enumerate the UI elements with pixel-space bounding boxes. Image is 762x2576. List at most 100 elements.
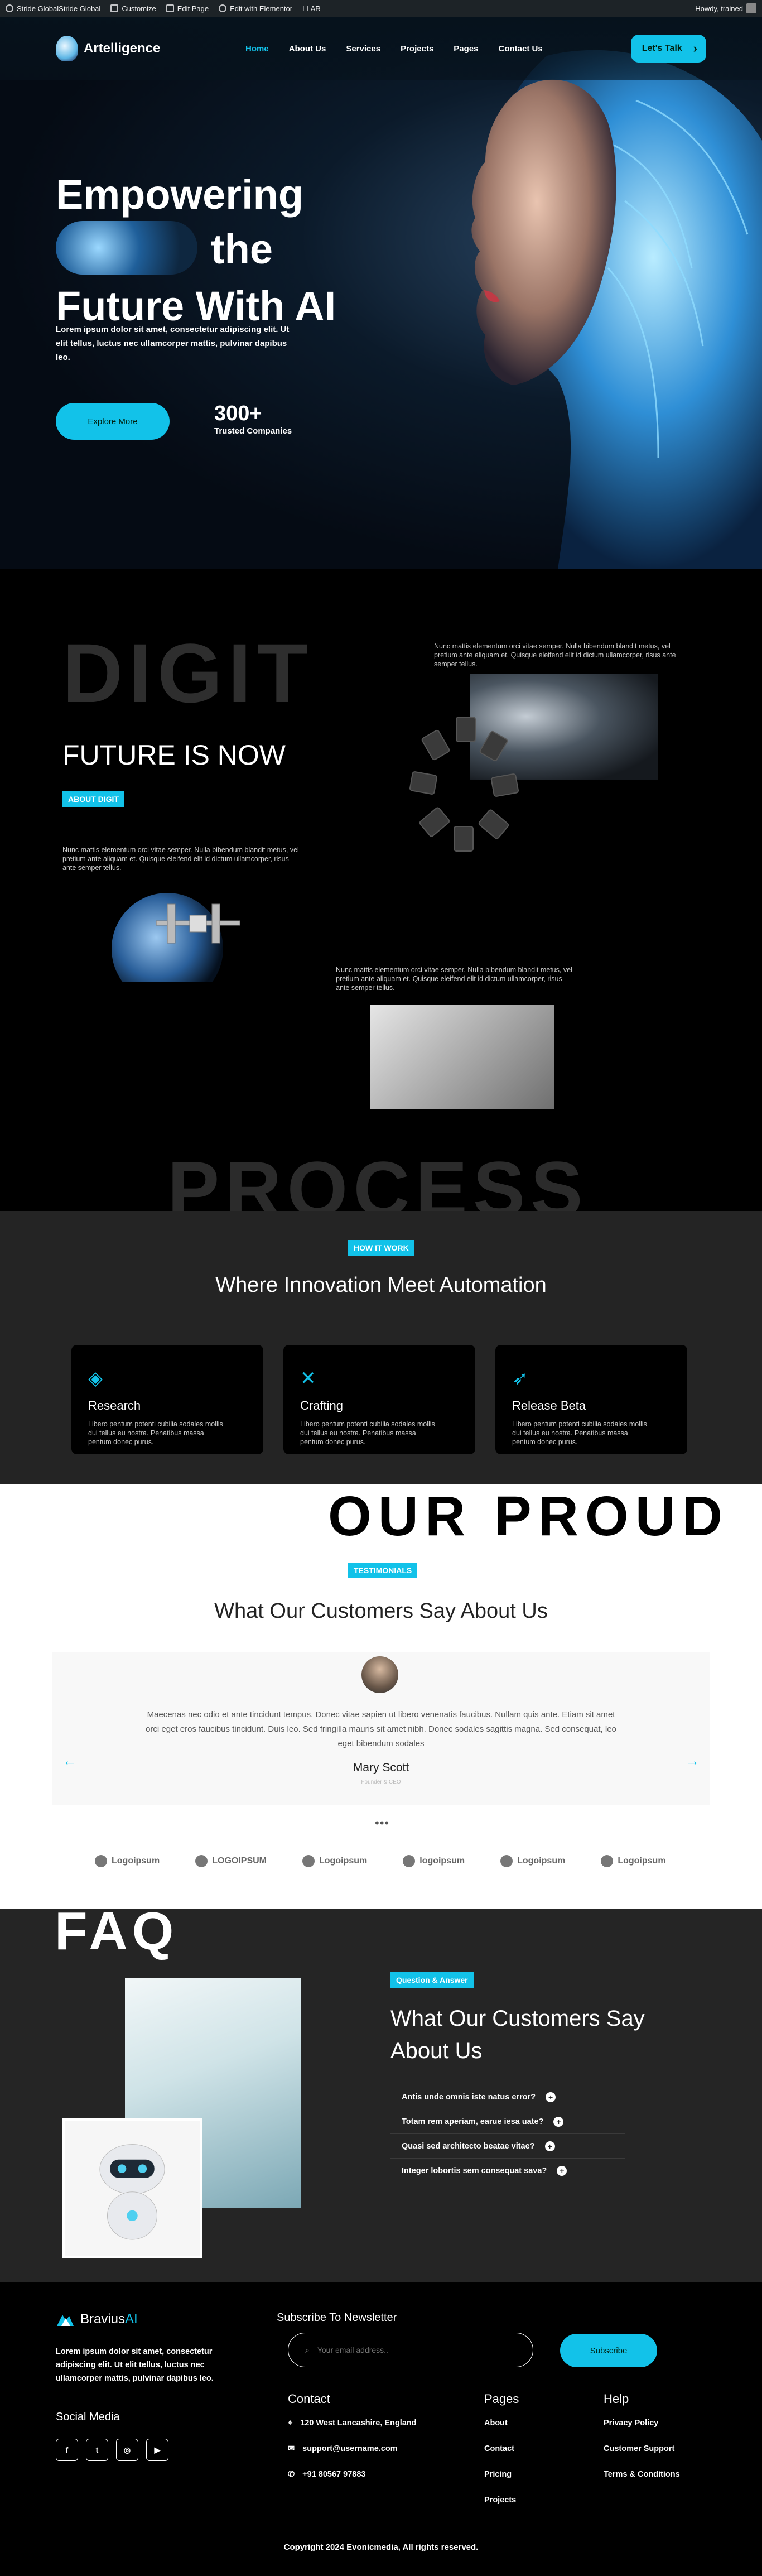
youtube-icon[interactable]: ▶ (146, 2439, 168, 2461)
pages-heading: Pages (484, 2392, 519, 2406)
customer-avatar (361, 1656, 398, 1693)
faq-section: FAQ Question & Answer What Our Customers… (0, 1901, 762, 2282)
faq-question[interactable]: Antis unde omnis iste natus error? + (390, 2085, 625, 2109)
admin-account-menu[interactable]: Howdy, trained (695, 3, 756, 13)
stat-number: 300+ (214, 402, 262, 425)
logo-mark-icon (95, 1855, 107, 1867)
client-logos: Logoipsum LOGOIPSUM Logoipsum logoipsum … (95, 1855, 666, 1867)
card-title: Research (88, 1398, 141, 1412)
testimonials-section: OUR PROUD TESTIMONIALS What Our Customer… (0, 1484, 762, 1909)
client-logo: Logoipsum (95, 1855, 160, 1867)
client-logo: Logoipsum (500, 1855, 565, 1867)
subscribe-button[interactable]: Subscribe (560, 2334, 657, 2367)
footer-link-contact[interactable]: Contact (484, 2444, 514, 2453)
contact-email[interactable]: ✉ support@username.com (288, 2444, 398, 2453)
logo-mark-icon (403, 1855, 416, 1867)
how-it-works-badge: HOW IT WORK (348, 1240, 414, 1256)
nav-about[interactable]: About Us (289, 44, 326, 54)
brush-icon (110, 4, 119, 12)
pencil-icon (166, 4, 174, 12)
nav-services[interactable]: Services (346, 44, 380, 54)
carousel-dots[interactable]: ••• (375, 1816, 389, 1830)
robot-helmet-image (370, 1005, 554, 1109)
hero-title: Empowering the Future With AI (56, 167, 336, 334)
arrow-right-icon[interactable]: → (685, 1752, 700, 1770)
phone-icon: ✆ (288, 2470, 295, 2479)
card-desc: Libero pentum potenti cubilia sodales mo… (88, 1420, 223, 1446)
hero-title-line-1: Empowering (56, 171, 304, 218)
social-heading: Social Media (56, 2411, 120, 2423)
instagram-icon[interactable]: ◎ (116, 2439, 138, 2461)
card-desc: Libero pentum potenti cubilia sodales mo… (512, 1420, 647, 1446)
site-logo[interactable]: Artelligence (56, 36, 245, 61)
plus-icon: + (553, 2116, 564, 2127)
faq-question[interactable]: Quasi sed architecto beatae vitae? + (390, 2134, 625, 2159)
our-proud-word: OUR PROUD (328, 1485, 730, 1547)
contact-heading: Contact (288, 2392, 330, 2406)
future-heading: FUTURE IS NOW (62, 739, 286, 771)
bravius-logo-icon (57, 2315, 74, 2326)
process-card: ➶ Release Beta Libero pentum potenti cub… (495, 1345, 687, 1454)
footer-description: Lorem ipsum dolor sit amet, consectetur … (56, 2347, 214, 2383)
admin-bar-left: Stride GlobalStride Global Customize Edi… (6, 4, 321, 13)
explore-more-button[interactable]: Explore More (56, 403, 170, 440)
nav-contact[interactable]: Contact Us (499, 44, 543, 54)
how-it-works-heading: Where Innovation Meet Automation (215, 1273, 547, 1297)
logo-mark-icon (302, 1855, 315, 1867)
faq-question[interactable]: Totam rem aperiam, earue iesa uate? + (390, 2109, 625, 2134)
card-title: Crafting (300, 1398, 344, 1412)
user-avatar-icon (746, 3, 756, 13)
footer-link-pricing[interactable]: Pricing (484, 2470, 512, 2479)
hero-section: Empowering the Future With AI Lorem ipsu… (0, 17, 762, 569)
footer-link-terms[interactable]: Terms & Conditions (604, 2470, 680, 2479)
facebook-icon[interactable]: f (56, 2439, 78, 2461)
process-card: ✕ Crafting Libero pentum potenti cubilia… (283, 1345, 475, 1454)
main-nav: Home About Us Services Projects Pages Co… (245, 44, 631, 54)
testimonials-badge: TESTIMONIALS (348, 1563, 418, 1578)
elementor-icon (219, 4, 227, 12)
rocket-icon: ➶ (512, 1368, 528, 1389)
footer-link-privacy[interactable]: Privacy Policy (604, 2419, 658, 2428)
arrow-left-icon[interactable]: ← (62, 1752, 77, 1770)
logo-mark-icon (601, 1855, 614, 1867)
testimonials-heading: What Our Customers Say About Us (214, 1599, 548, 1623)
plus-icon: + (546, 2092, 556, 2102)
nav-projects[interactable]: Projects (401, 44, 433, 54)
logo-mark-icon (500, 1855, 513, 1867)
footer-link-projects[interactable]: Projects (484, 2496, 516, 2505)
space-station-earth-image (112, 893, 240, 982)
footer-link-about[interactable]: About (484, 2419, 508, 2428)
nav-home[interactable]: Home (245, 44, 269, 54)
admin-site-link[interactable]: Stride GlobalStride Global (6, 4, 100, 13)
customer-name: Mary Scott (353, 1761, 409, 1774)
faq-question[interactable]: Integer lobortis sem consequat sava? + (390, 2159, 625, 2183)
faq-badge: Question & Answer (390, 1972, 474, 1988)
mechanical-ring-image (409, 717, 519, 852)
digit-paragraph-3: Nunc mattis elementum orci vitae semper.… (336, 966, 572, 992)
twitter-icon[interactable]: t (86, 2439, 108, 2461)
footer-link-support[interactable]: Customer Support (604, 2444, 674, 2453)
newsletter-email-input[interactable]: ⌕ Your email address.. (288, 2333, 533, 2367)
plus-icon: + (544, 2141, 555, 2151)
process-background-word: PROCESS (167, 1145, 589, 1211)
admin-llar-link[interactable]: LLAR (302, 4, 321, 13)
footer-logo[interactable]: Bravius AI (56, 2311, 138, 2327)
lets-talk-button[interactable]: Let's Talk › (630, 35, 706, 63)
process-card: ◈ Research Libero pentum potenti cubilia… (71, 1345, 263, 1454)
admin-elementor-link[interactable]: Edit with Elementor (219, 4, 292, 13)
digit-paragraph-1: Nunc mattis elementum orci vitae semper.… (434, 642, 676, 668)
how-it-works-section: HOW IT WORK Where Innovation Meet Automa… (0, 1211, 762, 1484)
admin-edit-page-link[interactable]: Edit Page (166, 4, 209, 13)
client-logo: logoipsum (403, 1855, 465, 1867)
ai-woman-face-image (471, 50, 762, 569)
client-logo: LOGOIPSUM (195, 1855, 267, 1867)
faq-heading: What Our Customers Say About Us (390, 2006, 645, 2063)
contact-address: ⌖ 120 West Lancashire, England (288, 2419, 417, 2428)
admin-customize-link[interactable]: Customize (110, 4, 156, 13)
nav-pages[interactable]: Pages (454, 44, 478, 54)
customer-role: Founder & CEO (361, 1779, 401, 1785)
stat-label: Trusted Companies (214, 426, 292, 436)
small-robot-image (62, 2118, 202, 2258)
contact-phone[interactable]: ✆ +91 80567 97883 (288, 2470, 365, 2479)
layers-icon: ◈ (88, 1368, 103, 1389)
